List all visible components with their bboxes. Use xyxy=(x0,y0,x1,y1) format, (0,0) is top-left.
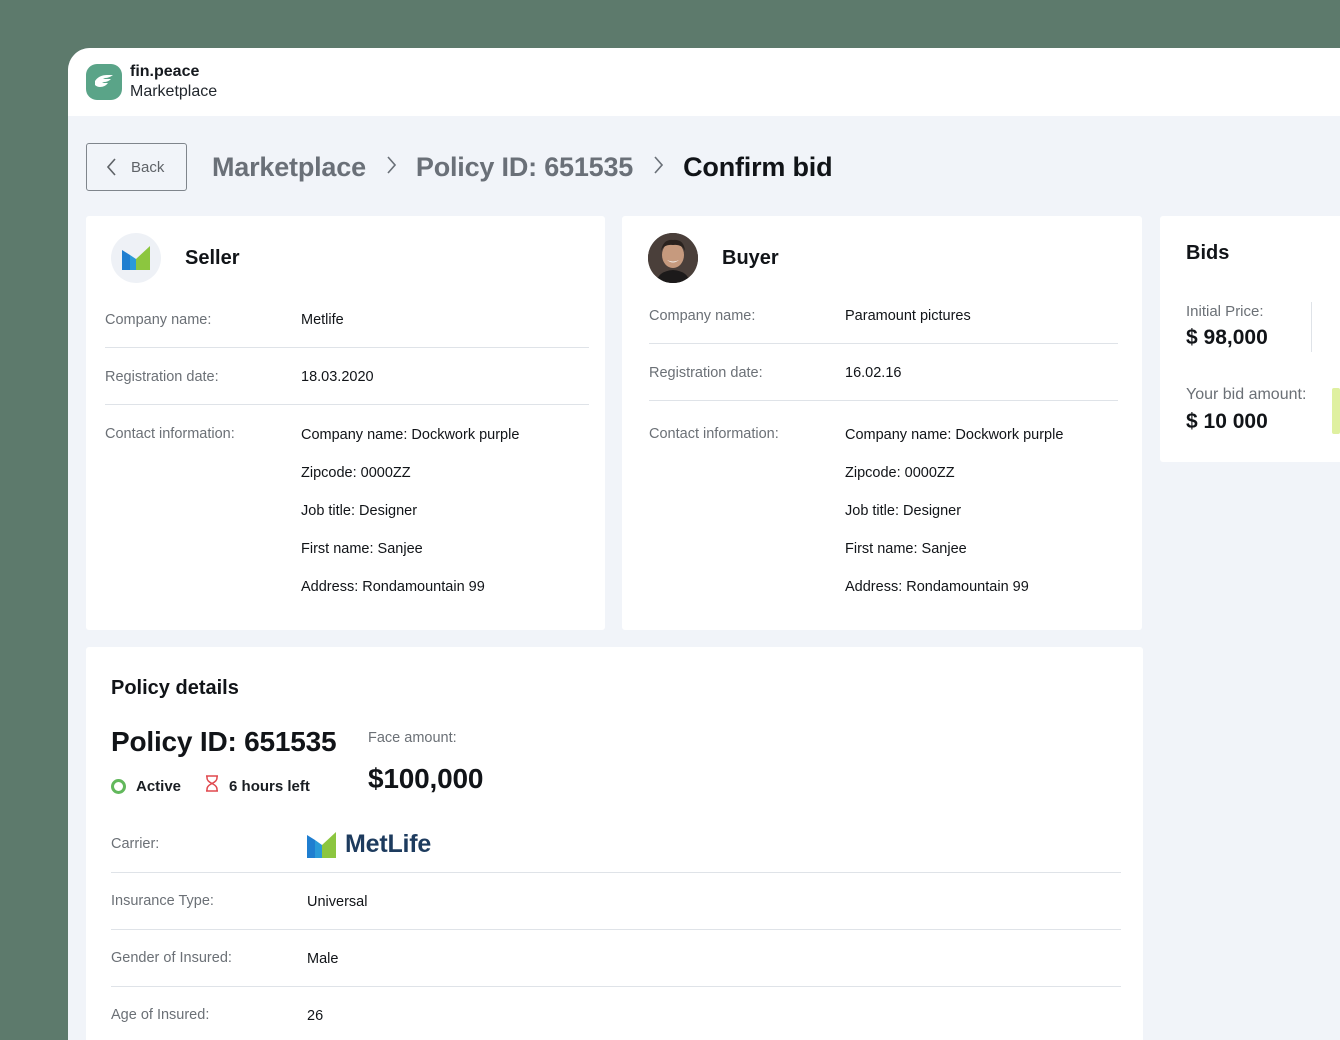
buyer-contact-zipcode: Zipcode: 0000ZZ xyxy=(845,465,955,481)
carrier-logo: MetLife xyxy=(306,830,431,859)
policy-id: Policy ID: 651535 xyxy=(111,726,337,757)
seller-company-value: Metlife xyxy=(301,312,344,328)
buyer-contact-jobtitle: Job title: Designer xyxy=(845,503,962,519)
active-status-icon xyxy=(111,778,126,794)
bid-action-handle[interactable] xyxy=(1332,388,1340,434)
face-amount-value: $100,000 xyxy=(368,763,484,794)
bids-header: Bids xyxy=(1186,242,1229,265)
age-value: 26 xyxy=(307,1008,324,1024)
seller-regdate-value: 18.03.2020 xyxy=(301,369,374,385)
policy-details-card: Policy details Policy ID: 651535 Active … xyxy=(86,647,1143,1040)
face-amount-label: Face amount: xyxy=(368,730,457,746)
seller-title: Seller xyxy=(185,246,240,269)
seller-card: Seller Company name: Metlife Registratio… xyxy=(86,216,605,630)
buyer-title: Buyer xyxy=(722,246,779,269)
breadcrumb-policy[interactable]: Policy ID: 651535 xyxy=(416,152,633,183)
user-avatar xyxy=(648,233,698,283)
back-button[interactable]: Back xyxy=(86,143,187,191)
insurance-type-label: Insurance Type: xyxy=(111,893,214,909)
brand-name: fin.peace xyxy=(130,63,200,80)
buyer-contact-address: Address: Rondamountain 99 xyxy=(845,579,1029,595)
buyer-contact-label: Contact information: xyxy=(649,426,779,442)
metlife-logo-icon xyxy=(111,233,161,283)
age-label: Age of Insured: xyxy=(111,1007,210,1023)
chevron-right-icon xyxy=(653,155,664,179)
brand-section: Marketplace xyxy=(130,83,218,100)
bid-amount-label: Your bid amount: xyxy=(1186,386,1307,403)
buyer-company-label: Company name: xyxy=(649,308,756,324)
chevron-left-icon xyxy=(107,158,116,176)
gender-value: Male xyxy=(307,951,339,967)
buyer-header: Buyer xyxy=(648,233,779,283)
policy-status: Active 6 hours left xyxy=(111,775,310,797)
seller-contact-label: Contact information: xyxy=(105,426,235,442)
divider xyxy=(1311,302,1312,352)
divider xyxy=(105,404,589,405)
buyer-regdate-label: Registration date: xyxy=(649,365,763,381)
divider xyxy=(649,343,1118,344)
breadcrumb-marketplace[interactable]: Marketplace xyxy=(212,152,366,183)
initial-price-value: $ 98,000 xyxy=(1186,326,1268,349)
seller-contact-zipcode: Zipcode: 0000ZZ xyxy=(301,465,411,481)
carrier-name: MetLife xyxy=(345,830,432,858)
bid-amount-value[interactable]: $ 10 000 xyxy=(1186,410,1268,434)
buyer-contact-firstname: First name: Sanjee xyxy=(845,541,967,557)
seller-regdate-label: Registration date: xyxy=(105,369,219,385)
hourglass-icon xyxy=(205,775,219,797)
policy-details-title: Policy details xyxy=(111,677,239,699)
seller-contact-firstname: First name: Sanjee xyxy=(301,541,423,557)
divider xyxy=(111,872,1121,873)
brand: fin.peace Marketplace xyxy=(130,62,217,102)
buyer-card: Buyer Company name: Paramount pictures R… xyxy=(622,216,1142,630)
app-window: fin.peace Marketplace Back Marketplace P… xyxy=(68,48,1340,1040)
bids-title: Bids xyxy=(1186,242,1230,264)
back-label: Back xyxy=(131,158,165,176)
divider xyxy=(649,400,1118,401)
seller-header: Seller xyxy=(111,233,239,283)
seller-contact-jobtitle: Job title: Designer xyxy=(301,503,418,519)
buyer-contact-company: Company name: Dockwork purple xyxy=(845,427,1064,443)
top-bar: fin.peace Marketplace xyxy=(68,48,1340,116)
buyer-regdate-value: 16.02.16 xyxy=(845,365,902,381)
insurance-type-value: Universal xyxy=(307,894,368,910)
breadcrumb: Marketplace Policy ID: 651535 Confirm bi… xyxy=(212,148,833,186)
buyer-company-value: Paramount pictures xyxy=(845,308,971,324)
dove-logo-icon[interactable] xyxy=(86,64,122,100)
divider xyxy=(105,347,589,348)
bids-card: Bids Initial Price: $ 98,000 Your bid am… xyxy=(1160,216,1340,462)
divider xyxy=(111,929,1121,930)
breadcrumb-current: Confirm bid xyxy=(683,151,833,182)
divider xyxy=(111,986,1121,987)
metlife-logo-icon xyxy=(307,832,336,858)
time-left: 6 hours left xyxy=(229,777,310,795)
gender-label: Gender of Insured: xyxy=(111,950,232,966)
seller-contact-company: Company name: Dockwork purple xyxy=(301,427,520,443)
carrier-label: Carrier: xyxy=(111,836,160,852)
seller-contact-address: Address: Rondamountain 99 xyxy=(301,579,485,595)
seller-company-label: Company name: xyxy=(105,312,212,328)
status-label: Active xyxy=(136,777,182,795)
initial-price-label: Initial Price: xyxy=(1186,303,1264,320)
chevron-right-icon xyxy=(386,155,396,179)
